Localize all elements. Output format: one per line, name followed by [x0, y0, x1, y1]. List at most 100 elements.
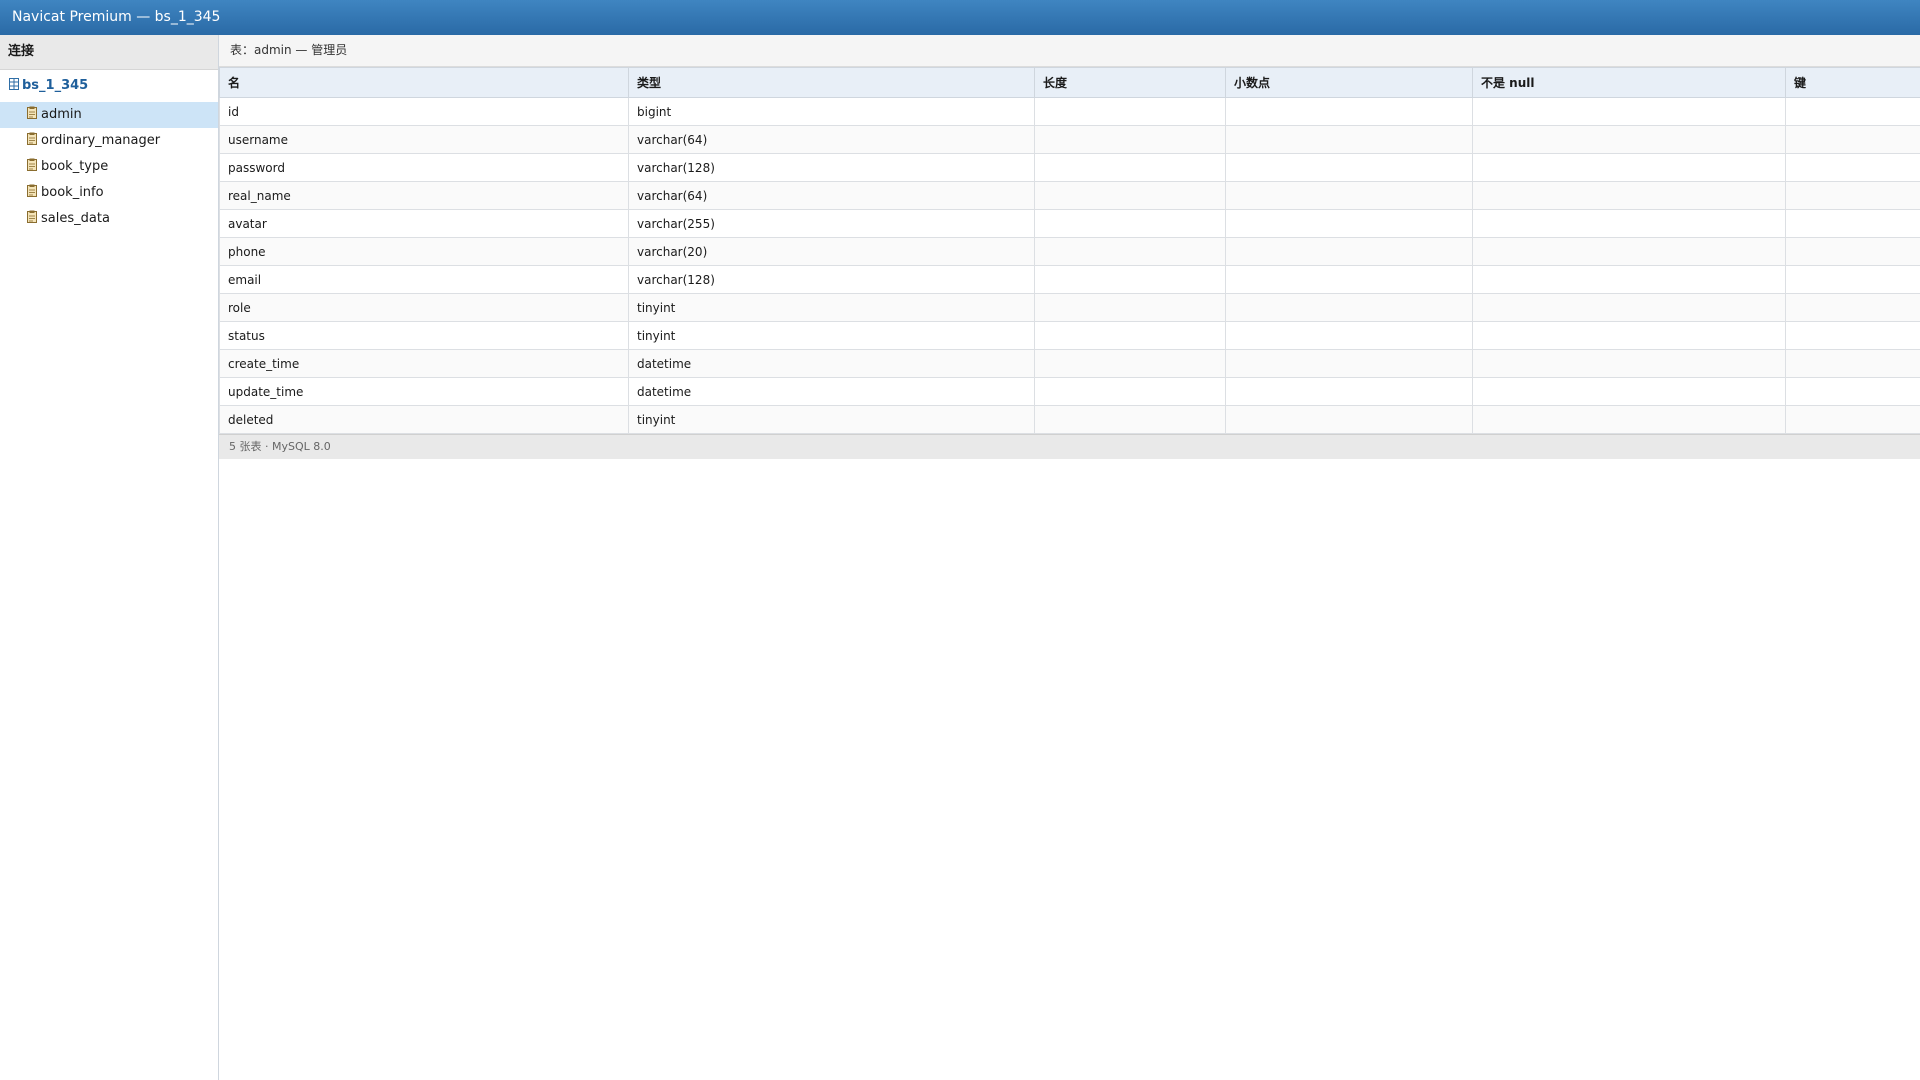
- field-not-null-cell[interactable]: [1472, 349, 1786, 378]
- field-length-cell[interactable]: [1034, 405, 1226, 434]
- field-not-null-cell[interactable]: [1472, 181, 1786, 210]
- field-length-cell[interactable]: [1034, 265, 1226, 294]
- field-type-cell[interactable]: bigint: [628, 97, 1035, 126]
- field-type-cell[interactable]: varchar(64): [628, 181, 1035, 210]
- table-row[interactable]: id bigint: [219, 97, 1920, 126]
- field-type-cell[interactable]: tinyint: [628, 321, 1035, 350]
- field-type-cell[interactable]: datetime: [628, 349, 1035, 378]
- field-name-cell[interactable]: status: [219, 321, 629, 350]
- field-key-cell[interactable]: [1785, 237, 1920, 266]
- field-type-cell[interactable]: varchar(20): [628, 237, 1035, 266]
- field-name-cell[interactable]: update_time: [219, 377, 629, 406]
- field-not-null-cell[interactable]: [1472, 265, 1786, 294]
- field-key-cell[interactable]: [1785, 377, 1920, 406]
- field-length-cell[interactable]: [1034, 153, 1226, 182]
- field-decimal-cell[interactable]: [1225, 293, 1473, 322]
- field-name-cell[interactable]: role: [219, 293, 629, 322]
- field-length-cell[interactable]: [1034, 125, 1226, 154]
- table-design-view: 表：admin — 管理员 名 类型 长度 小数点 不是 null 键 id bi…: [219, 35, 1920, 1080]
- field-not-null-cell[interactable]: [1472, 97, 1786, 126]
- field-key-cell[interactable]: [1785, 349, 1920, 378]
- table-row[interactable]: password varchar(128): [219, 153, 1920, 182]
- window-title: Navicat Premium — bs_1_345: [12, 9, 221, 25]
- field-key-cell[interactable]: [1785, 97, 1920, 126]
- table-row[interactable]: username varchar(64): [219, 125, 1920, 154]
- column-header-key[interactable]: 键: [1785, 67, 1920, 98]
- field-type-cell[interactable]: tinyint: [628, 405, 1035, 434]
- field-key-cell[interactable]: [1785, 209, 1920, 238]
- field-not-null-cell[interactable]: [1472, 153, 1786, 182]
- field-type-cell[interactable]: varchar(128): [628, 265, 1035, 294]
- table-row[interactable]: role tinyint: [219, 293, 1920, 322]
- sidebar-item-book-type[interactable]: book_type: [0, 154, 218, 180]
- field-length-cell[interactable]: [1034, 209, 1226, 238]
- table-row[interactable]: real_name varchar(64): [219, 181, 1920, 210]
- field-key-cell[interactable]: [1785, 293, 1920, 322]
- field-name-cell[interactable]: password: [219, 153, 629, 182]
- table-row[interactable]: update_time datetime: [219, 377, 1920, 406]
- field-length-cell[interactable]: [1034, 349, 1226, 378]
- field-decimal-cell[interactable]: [1225, 125, 1473, 154]
- field-not-null-cell[interactable]: [1472, 293, 1786, 322]
- field-decimal-cell[interactable]: [1225, 377, 1473, 406]
- field-not-null-cell[interactable]: [1472, 125, 1786, 154]
- field-decimal-cell[interactable]: [1225, 237, 1473, 266]
- field-name-cell[interactable]: real_name: [219, 181, 629, 210]
- field-not-null-cell[interactable]: [1472, 321, 1786, 350]
- field-name-cell[interactable]: avatar: [219, 209, 629, 238]
- field-not-null-cell[interactable]: [1472, 377, 1786, 406]
- field-not-null-cell[interactable]: [1472, 237, 1786, 266]
- sidebar-item-sales-data[interactable]: sales_data: [0, 206, 218, 232]
- field-key-cell[interactable]: [1785, 181, 1920, 210]
- connection-item[interactable]: bs_1_345: [0, 70, 218, 102]
- field-name-cell[interactable]: create_time: [219, 349, 629, 378]
- field-length-cell[interactable]: [1034, 237, 1226, 266]
- field-decimal-cell[interactable]: [1225, 321, 1473, 350]
- field-name-cell[interactable]: email: [219, 265, 629, 294]
- field-type-cell[interactable]: varchar(128): [628, 153, 1035, 182]
- field-decimal-cell[interactable]: [1225, 265, 1473, 294]
- field-name-cell[interactable]: deleted: [219, 405, 629, 434]
- sidebar-item-book-info[interactable]: book_info: [0, 180, 218, 206]
- field-not-null-cell[interactable]: [1472, 209, 1786, 238]
- field-decimal-cell[interactable]: [1225, 405, 1473, 434]
- field-length-cell[interactable]: [1034, 97, 1226, 126]
- table-icon: [26, 130, 38, 145]
- column-header-decimal[interactable]: 小数点: [1225, 67, 1473, 98]
- field-key-cell[interactable]: [1785, 321, 1920, 350]
- field-key-cell[interactable]: [1785, 265, 1920, 294]
- field-name-cell[interactable]: id: [219, 97, 629, 126]
- column-header-length[interactable]: 长度: [1034, 67, 1226, 98]
- table-row[interactable]: phone varchar(20): [219, 237, 1920, 266]
- field-key-cell[interactable]: [1785, 405, 1920, 434]
- field-decimal-cell[interactable]: [1225, 97, 1473, 126]
- field-decimal-cell[interactable]: [1225, 181, 1473, 210]
- table-row[interactable]: email varchar(128): [219, 265, 1920, 294]
- field-length-cell[interactable]: [1034, 293, 1226, 322]
- field-type-cell[interactable]: varchar(255): [628, 209, 1035, 238]
- table-row[interactable]: create_time datetime: [219, 349, 1920, 378]
- field-decimal-cell[interactable]: [1225, 153, 1473, 182]
- field-length-cell[interactable]: [1034, 321, 1226, 350]
- field-key-cell[interactable]: [1785, 125, 1920, 154]
- field-not-null-cell[interactable]: [1472, 405, 1786, 434]
- field-name-cell[interactable]: phone: [219, 237, 629, 266]
- field-key-cell[interactable]: [1785, 153, 1920, 182]
- field-decimal-cell[interactable]: [1225, 349, 1473, 378]
- table-row[interactable]: avatar varchar(255): [219, 209, 1920, 238]
- column-header-name[interactable]: 名: [219, 67, 629, 98]
- sidebar-item-label: book_type: [41, 159, 109, 174]
- field-type-cell[interactable]: varchar(64): [628, 125, 1035, 154]
- field-decimal-cell[interactable]: [1225, 209, 1473, 238]
- field-type-cell[interactable]: tinyint: [628, 293, 1035, 322]
- table-row[interactable]: deleted tinyint: [219, 405, 1920, 434]
- field-type-cell[interactable]: datetime: [628, 377, 1035, 406]
- table-row[interactable]: status tinyint: [219, 321, 1920, 350]
- field-length-cell[interactable]: [1034, 377, 1226, 406]
- field-name-cell[interactable]: username: [219, 125, 629, 154]
- column-header-type[interactable]: 类型: [628, 67, 1035, 98]
- sidebar-item-admin[interactable]: admin: [0, 102, 218, 128]
- field-length-cell[interactable]: [1034, 181, 1226, 210]
- column-header-not-null[interactable]: 不是 null: [1472, 67, 1786, 98]
- sidebar-item-ordinary-manager[interactable]: ordinary_manager: [0, 128, 218, 154]
